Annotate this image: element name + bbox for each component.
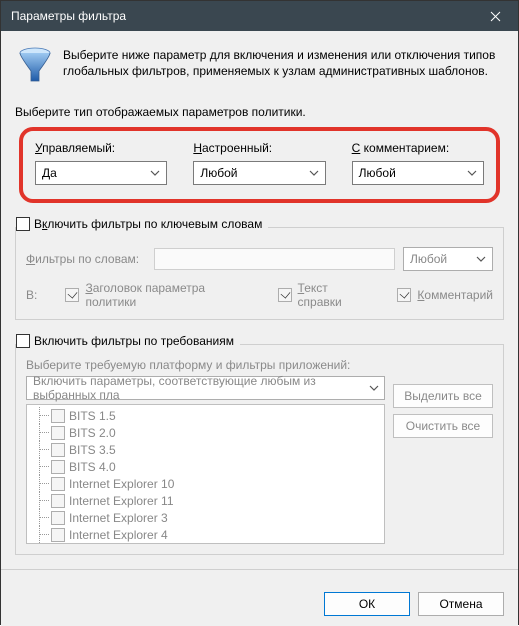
keyword-group-title: Включить фильтры по ключевым словам xyxy=(34,217,262,231)
chevron-down-icon xyxy=(465,170,479,176)
close-button[interactable] xyxy=(472,1,518,31)
managed-value: Да xyxy=(42,166,57,180)
configured-label: Настроенный: xyxy=(193,141,325,155)
commented-value: Любой xyxy=(359,166,396,180)
tree-item: BITS 4.0 xyxy=(33,458,384,475)
requirements-subtitle: Выберите требуемую платформу и фильтры п… xyxy=(26,358,385,372)
filter-commented: С комментарием: Любой xyxy=(352,141,484,185)
filter-highlight: Управляемый: Да Настроенный: Любой С ком… xyxy=(19,127,500,203)
filter-managed: Управляемый: Да xyxy=(35,141,167,185)
commented-combo[interactable]: Любой xyxy=(352,161,484,185)
chevron-down-icon xyxy=(307,170,321,176)
requirements-mode-value: Включить параметры, соответствующие любы… xyxy=(33,374,367,402)
tree-item: BITS 2.0 xyxy=(33,424,384,441)
tree-item: Internet Explorer 11 xyxy=(33,492,384,509)
keyword-input xyxy=(154,248,395,270)
funnel-icon xyxy=(17,47,53,85)
ok-button[interactable]: ОК xyxy=(324,592,410,616)
clear-all-button: Очистить все xyxy=(393,414,493,438)
chevron-down-icon xyxy=(367,385,380,391)
intro-row: Выберите ниже параметр для включения и и… xyxy=(15,41,504,93)
titlebar: Параметры фильтра xyxy=(1,1,518,31)
keyword-match-combo: Любой xyxy=(403,247,493,271)
tree-item: BITS 3.5 xyxy=(33,441,384,458)
intro-text: Выберите ниже параметр для включения и и… xyxy=(63,47,502,85)
keyword-group: Включить фильтры по ключевым словам Филь… xyxy=(15,227,504,320)
keyword-match-value: Любой xyxy=(410,252,447,266)
opt-comment-checkbox xyxy=(397,288,411,302)
tree-item: BITS 1.5 xyxy=(33,407,384,424)
tree-item: Internet Explorer 10 xyxy=(33,475,384,492)
in-label: В: xyxy=(26,288,39,302)
cancel-button[interactable]: Отмена xyxy=(418,592,504,616)
requirements-group: Включить фильтры по требованиям Выберите… xyxy=(15,344,504,555)
select-all-button: Выделить все xyxy=(393,384,493,408)
requirements-group-title: Включить фильтры по требованиям xyxy=(34,334,234,348)
tree-item: Internet Explorer 3 xyxy=(33,509,384,526)
footer-buttons: ОК Отмена xyxy=(324,592,504,616)
opt-comment-label: Комментарий xyxy=(417,288,493,302)
opt-title-checkbox xyxy=(65,288,79,302)
words-label: Фильтры по словам: xyxy=(26,252,146,266)
configured-value: Любой xyxy=(200,166,237,180)
section-label: Выберите тип отображаемых параметров пол… xyxy=(15,105,504,119)
configured-combo[interactable]: Любой xyxy=(193,161,325,185)
opt-help-label: Текст справки xyxy=(298,281,372,309)
managed-combo[interactable]: Да xyxy=(35,161,167,185)
dialog-body: Выберите ниже параметр для включения и и… xyxy=(1,31,518,626)
divider xyxy=(1,569,518,570)
requirements-enable-checkbox[interactable] xyxy=(16,334,30,348)
opt-help-checkbox xyxy=(278,288,292,302)
opt-title-label: Заголовок параметра политики xyxy=(85,281,251,309)
platform-tree: BITS 1.5 BITS 2.0 BITS 3.5 BITS 4.0 Inte… xyxy=(26,404,385,544)
chevron-down-icon xyxy=(474,256,488,262)
filter-configured: Настроенный: Любой xyxy=(193,141,325,185)
requirements-mode-combo: Включить параметры, соответствующие любы… xyxy=(26,376,385,400)
commented-label: С комментарием: xyxy=(352,141,484,155)
chevron-down-icon xyxy=(148,170,162,176)
tree-item: Internet Explorer 4 xyxy=(33,526,384,543)
keyword-enable-checkbox[interactable] xyxy=(16,217,30,231)
window-title: Параметры фильтра xyxy=(11,9,126,23)
close-icon xyxy=(490,11,501,22)
managed-label: Управляемый: xyxy=(35,141,167,155)
